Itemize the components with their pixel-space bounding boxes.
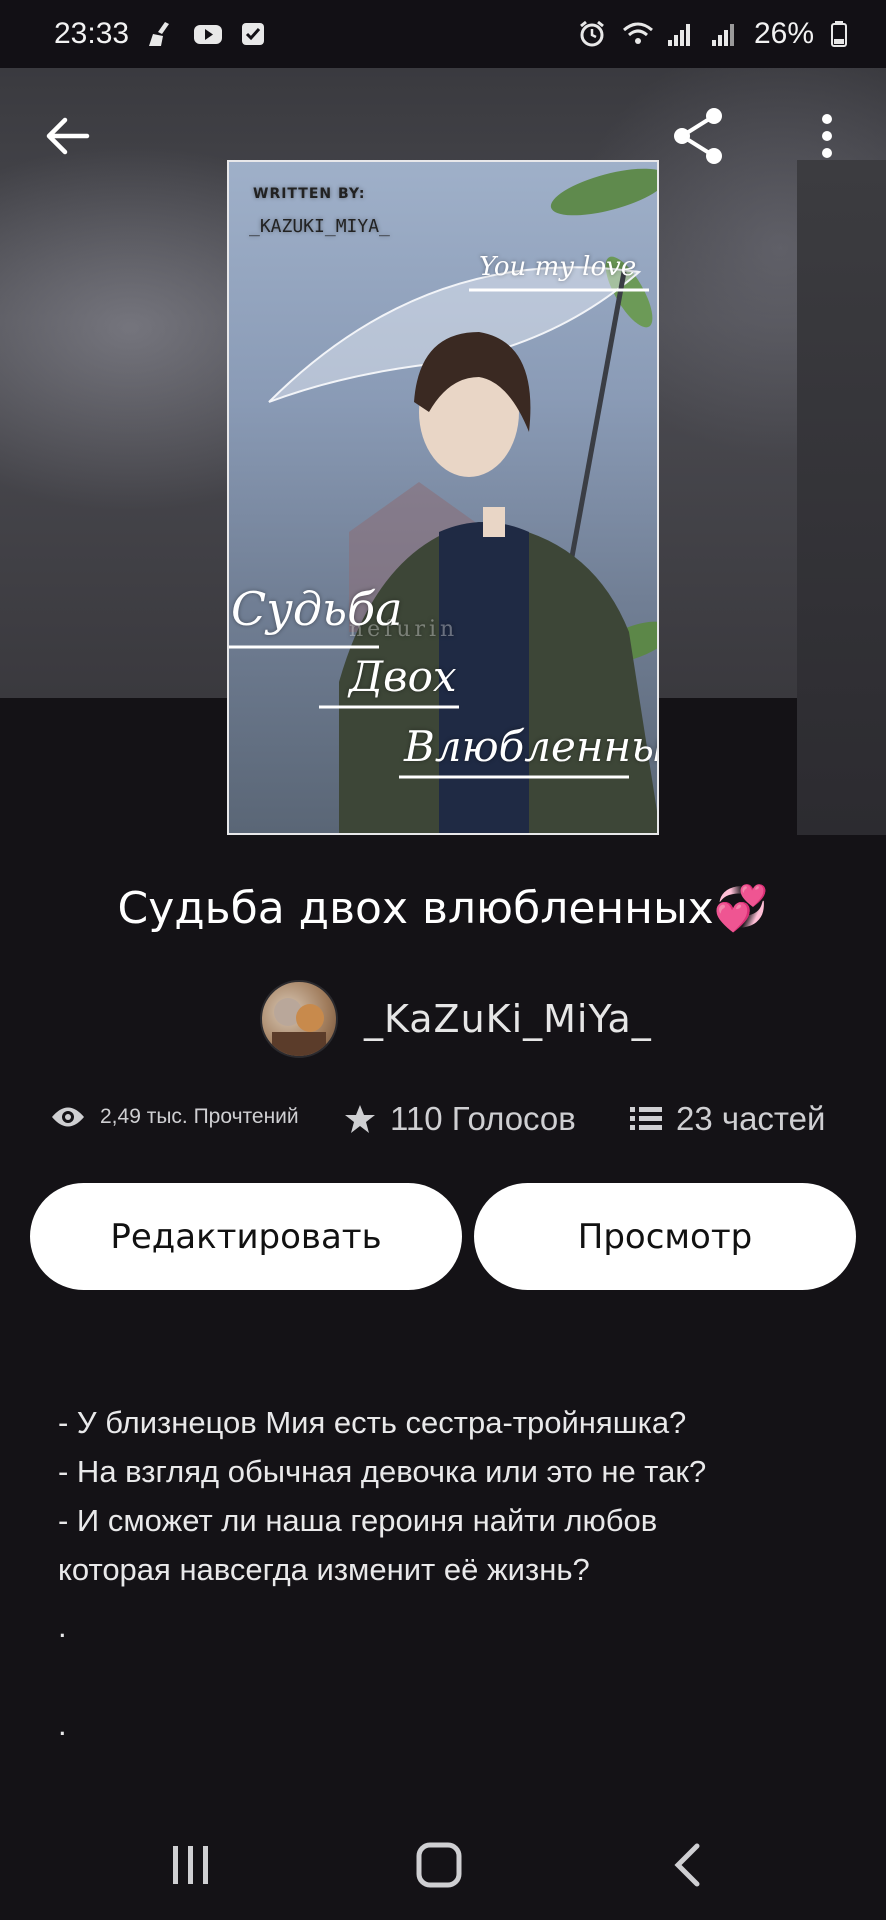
- votes-count: 110 Голосов: [390, 1100, 576, 1137]
- home-icon: [416, 1842, 462, 1888]
- description-line: .: [58, 1707, 67, 1742]
- cover-author: _KAZUKI_MIYA_: [249, 216, 390, 237]
- recents-button[interactable]: [131, 1810, 251, 1920]
- home-button[interactable]: [379, 1810, 499, 1920]
- description-line: - У близнецов Мия есть сестра-тройняшка?: [58, 1405, 687, 1440]
- share-button[interactable]: [662, 100, 734, 172]
- story-title: Судьба двох влюбленных💞: [117, 883, 769, 934]
- list-icon: [630, 1107, 662, 1130]
- votes-stat: 110 Голосов: [344, 1100, 576, 1138]
- story-stats: 2,49 тыс. Прочтений 110 Голосов 23 часте…: [0, 1098, 886, 1148]
- description-line: - И сможет ли наша героиня найти любов: [58, 1503, 658, 1538]
- youtube-icon: [193, 20, 223, 48]
- parts-count: 23 частей: [676, 1100, 826, 1137]
- reads-count: 2,49 тыс. Прочтений: [100, 1105, 299, 1128]
- star-icon: [345, 1105, 375, 1133]
- edit-button[interactable]: Редактировать: [30, 1183, 462, 1290]
- avatar[interactable]: [260, 980, 338, 1058]
- reads-stat: 2,49 тыс. Прочтений: [50, 1104, 299, 1130]
- description-line: .: [58, 1609, 67, 1644]
- description-line: - На взгляд обычная девочка или это не т…: [58, 1454, 707, 1489]
- checkbox-icon: [239, 20, 267, 48]
- author-row[interactable]: _KaZuKi_MiYa_: [260, 980, 652, 1058]
- signal-icon: [710, 20, 738, 48]
- cover-written-by: WRITTEN BY:: [253, 186, 366, 202]
- battery-icon: [830, 20, 858, 48]
- broom-icon: [147, 20, 175, 48]
- cover-title-line3: Влюбленных: [404, 722, 657, 771]
- description-line: [58, 1651, 848, 1700]
- battery-level: 26%: [753, 17, 814, 50]
- status-time: 23:33: [54, 17, 130, 50]
- cover-tagline: You my love: [479, 252, 637, 282]
- back-nav-button[interactable]: [627, 1810, 747, 1920]
- back-button[interactable]: [32, 100, 104, 172]
- recents-icon: [173, 1846, 208, 1884]
- cover-title-line1: Судьба: [231, 582, 403, 636]
- alarm-icon: [578, 20, 606, 48]
- author-name[interactable]: _KaZuKi_MiYa_: [364, 997, 652, 1041]
- next-cover-peek[interactable]: [797, 160, 886, 835]
- parts-stat: 23 частей: [630, 1100, 825, 1138]
- story-cover[interactable]: WRITTEN BY: _KAZUKI_MIYA_ You my love ne…: [227, 160, 659, 835]
- signal-icon: [666, 20, 694, 48]
- status-bar: 23:33 26%: [0, 0, 886, 68]
- story-description: - У близнецов Мия есть сестра-тройняшка?…: [58, 1398, 848, 1749]
- eye-icon: [52, 1107, 84, 1127]
- more-vertical-icon: [822, 114, 832, 158]
- more-options-button[interactable]: [791, 100, 863, 172]
- wifi-icon: [622, 20, 653, 48]
- cover-title-line2: Двох: [349, 652, 457, 701]
- description-line: которая навсегда изменит её жизнь?: [58, 1552, 590, 1587]
- share-icon: [674, 108, 722, 164]
- system-nav-bar: [0, 1810, 886, 1920]
- arrow-left-icon: [46, 117, 90, 155]
- preview-button[interactable]: Просмотр: [474, 1183, 856, 1290]
- chevron-left-icon: [674, 1843, 700, 1887]
